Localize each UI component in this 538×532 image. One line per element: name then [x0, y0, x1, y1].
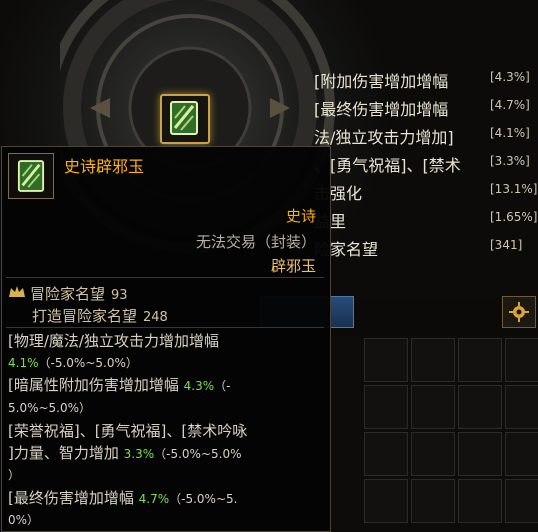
inventory-slot[interactable] [505, 479, 538, 523]
equipped-slot[interactable] [160, 94, 210, 144]
stat-value: [13.1%] [490, 182, 538, 196]
option-line: 4.1%（-5.0%~5.0%） [8, 352, 138, 374]
stat-value: [4.1%] [490, 126, 530, 140]
option-line: [物理/魔法/独立攻击力增加增幅 [8, 331, 219, 352]
option-range: （-5.0%~5. [169, 492, 238, 506]
stat-value: [1.65%] [490, 210, 538, 224]
forge-fame-value: 248 [143, 310, 168, 325]
inventory-slot[interactable] [364, 432, 408, 476]
inventory-slot[interactable] [411, 479, 455, 523]
gear-icon [509, 302, 529, 322]
stat-row: 、[勇气祝福]、[禁术 [3.3%] [300, 150, 538, 178]
stat-row: [最终伤害增加增幅 [4.7%] [300, 94, 538, 122]
tooltip-header: 史诗辟邪玉 [2, 147, 330, 205]
fame-crown-icon [9, 286, 25, 297]
option-range: ） [8, 468, 21, 482]
stat-list: [附加伤害增加增幅 [4.3%] [最终伤害增加增幅 [4.7%] 法/独立攻击… [300, 66, 538, 262]
inventory-slot[interactable] [505, 338, 538, 382]
inventory-slot[interactable] [458, 385, 502, 429]
jade-card-icon [17, 160, 45, 192]
option-range: （-5.0%~5.0% [154, 447, 242, 461]
settings-button[interactable] [502, 296, 536, 328]
option-percent: 4.7% [138, 492, 170, 506]
inventory-slot[interactable] [458, 479, 502, 523]
option-percent: 4.1% [8, 356, 39, 370]
option-range: 0%） [8, 513, 40, 527]
stat-value: [341] [490, 238, 523, 252]
stat-row: 险家名望 [341] [300, 234, 538, 262]
option-line: [暗属性附加伤害增加增幅 4.3%（- [8, 375, 230, 397]
stat-row: [附加伤害增加增幅 [4.3%] [300, 66, 538, 94]
item-type: 辟邪玉 [270, 257, 316, 275]
fame-line: 冒险家名望 93 [30, 283, 128, 304]
stat-value: [3.3%] [490, 154, 530, 168]
option-line: 5.0%~5.0%） [8, 397, 91, 419]
inventory-slot[interactable] [411, 432, 455, 476]
fame-value: 93 [111, 288, 128, 303]
fame-label: 冒险家名望 [30, 285, 106, 303]
option-line: [最终伤害增加增幅 4.7%（-5.0%~5. [8, 488, 237, 510]
option-percent: 4.3% [183, 379, 215, 393]
inventory-slot[interactable] [364, 385, 408, 429]
inventory-grid [318, 336, 538, 532]
inventory-slot[interactable] [411, 385, 455, 429]
inventory-slot[interactable] [458, 338, 502, 382]
stat-name: [最终伤害增加增幅 [314, 100, 449, 119]
option-text: [最终伤害增加增幅 [8, 489, 134, 507]
divider [6, 327, 324, 328]
stat-name: 法/独立攻击力增加] [314, 128, 454, 147]
inventory-slot[interactable] [458, 432, 502, 476]
stat-row: 击强化 [13.1%] [300, 178, 538, 206]
item-tooltip: 史诗辟邪玉 史诗 无法交易（封装） 辟邪玉 冒险家名望 93 打造冒险家名望 248… [1, 146, 331, 532]
option-text: [物理/魔法/独立攻击力增加增幅 [8, 332, 219, 350]
option-range: （-5.0%~5.0%） [38, 356, 138, 370]
inventory-slot[interactable] [364, 479, 408, 523]
option-range: （- [214, 379, 231, 393]
stat-value: [4.3%] [490, 70, 530, 84]
option-line: 0%） [8, 509, 39, 531]
option-line: ） [8, 464, 20, 486]
option-percent: 3.3% [123, 447, 155, 461]
forge-fame-label: 打造冒险家名望 [32, 307, 138, 325]
stat-row: 法/独立攻击力增加] [4.1%] [300, 122, 538, 150]
stat-value: [4.7%] [490, 98, 530, 112]
option-line: ]力量、智力增加 3.3%（-5.0%~5.0% [8, 443, 242, 465]
jade-card-icon [170, 101, 198, 135]
inventory-slot[interactable] [411, 338, 455, 382]
option-text: ]力量、智力增加 [8, 444, 119, 462]
option-line: [荣誉祝福]、[勇气祝福]、[禁术吟咏 [8, 421, 247, 442]
option-text: [荣誉祝福]、[勇气祝福]、[禁术吟咏 [8, 422, 248, 440]
stat-name: 、[勇气祝福]、[禁术 [314, 156, 461, 175]
tooltip-item-icon-frame [8, 153, 54, 199]
inventory-slot[interactable] [505, 432, 538, 476]
item-rarity: 史诗 [285, 207, 316, 225]
stat-row: 益里 [1.65%] [300, 206, 538, 234]
stat-name: [附加伤害增加增幅 [314, 72, 449, 91]
item-title: 史诗辟邪玉 [64, 157, 145, 176]
inventory-slot[interactable] [364, 338, 408, 382]
option-range: 5.0%~5.0%） [8, 401, 92, 415]
option-text: [暗属性附加伤害增加增幅 [8, 376, 179, 394]
trade-status: 无法交易（封装） [195, 233, 316, 251]
divider [6, 277, 324, 278]
inventory-slot[interactable] [505, 385, 538, 429]
forge-fame-line: 打造冒险家名望 248 [32, 305, 168, 326]
